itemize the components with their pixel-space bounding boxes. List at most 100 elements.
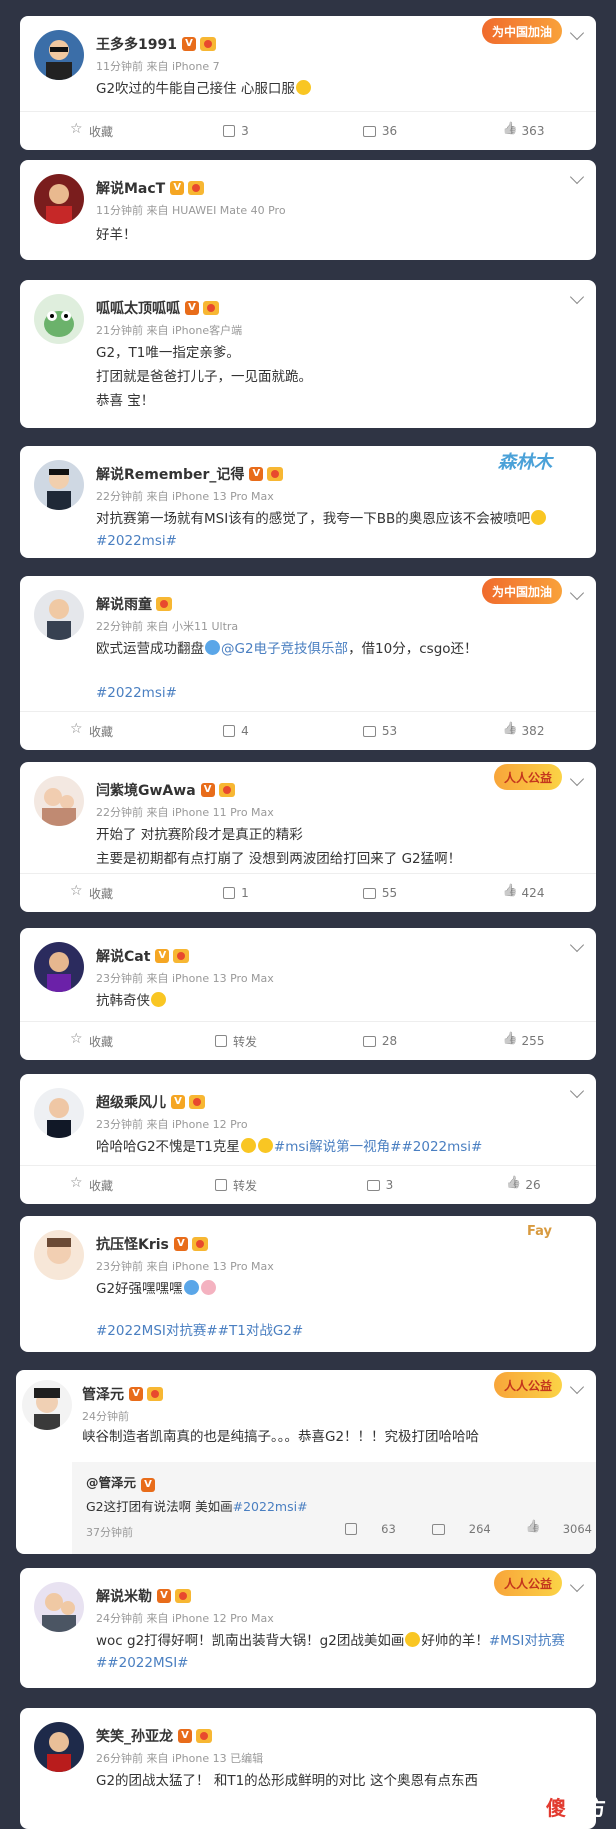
verified-badge-icon: V <box>129 1387 143 1401</box>
retweet-block[interactable]: @管泽元 V G2这打团有说法啊 美如画#2022msi# 37分钟前 63 26… <box>72 1462 596 1554</box>
avatar[interactable] <box>34 460 84 510</box>
avatar[interactable] <box>34 590 84 640</box>
comment-button[interactable]: 55 <box>308 874 452 912</box>
emoji-icon <box>200 1280 216 1295</box>
username[interactable]: 超级乘风儿 <box>96 1092 166 1112</box>
chevron-down-icon[interactable] <box>569 937 585 953</box>
favorite-button[interactable]: 收藏 <box>20 112 164 150</box>
like-button[interactable]: 26 <box>452 1166 596 1204</box>
action-bar: 收藏 1 55 424 <box>20 873 596 912</box>
like-icon <box>507 1179 519 1191</box>
hashtag-link[interactable]: #2022msi# <box>233 1499 308 1514</box>
avatar[interactable] <box>34 174 84 224</box>
post-text: G2吹过的牛能自己接住 心服口服 <box>96 78 312 100</box>
post-text-line: G2，T1唯一指定亲爹。 <box>96 345 240 361</box>
comment-button[interactable]: 53 <box>308 712 452 750</box>
username[interactable]: 抗压怪Kris <box>96 1234 169 1254</box>
post-text: 峡谷制造者凯南真的也是纯搞子。。。恭喜G2！！！究极打团哈哈哈 <box>82 1429 480 1445</box>
chevron-down-icon[interactable] <box>569 1083 585 1099</box>
author-row: 解说雨童 <box>96 594 172 614</box>
quoted-user[interactable]: @管泽元 V <box>86 1472 156 1492</box>
username[interactable]: 王多多1991 <box>96 34 177 54</box>
hashtag-link[interactable]: #msi解说第一视角##2022msi# <box>274 1139 482 1155</box>
post-card: 为中国加油 王多多1991 V 11分钟前 来自 iPhone 7 G2吹过的牛… <box>20 16 596 150</box>
username[interactable]: 管泽元 <box>82 1384 124 1404</box>
like-button[interactable]: 424 <box>452 874 596 912</box>
avatar[interactable] <box>34 1582 84 1632</box>
author-row: 解说米勒 V <box>96 1586 191 1606</box>
repost-button[interactable]: 1 <box>164 874 308 912</box>
like-icon <box>504 1035 516 1047</box>
chevron-down-icon[interactable] <box>569 771 585 787</box>
repost-button[interactable]: 转发 <box>164 1022 308 1060</box>
post-meta: 11分钟前 来自 iPhone 7 <box>96 60 220 73</box>
action-bar: 收藏 3 36 363 <box>20 111 596 150</box>
hashtag-link[interactable]: #2022msi# <box>96 682 177 704</box>
like-button[interactable]: 363 <box>452 112 596 150</box>
author-row: 笑笑_孙亚龙 V <box>96 1726 212 1746</box>
favorite-button[interactable]: 收藏 <box>20 712 164 750</box>
comment-button[interactable]: 28 <box>308 1022 452 1060</box>
username[interactable]: 解说Remember_记得 <box>96 464 244 484</box>
comment-button[interactable]: 264 <box>414 1522 491 1536</box>
repost-button[interactable]: 转发 <box>164 1166 308 1204</box>
share-icon <box>223 125 236 137</box>
username[interactable]: 解说MacT <box>96 178 165 198</box>
star-icon <box>70 1031 83 1047</box>
username[interactable]: 解说Cat <box>96 946 150 966</box>
favorite-button[interactable]: 收藏 <box>20 1022 164 1060</box>
avatar[interactable] <box>34 1230 84 1280</box>
avatar[interactable] <box>34 1088 84 1138</box>
like-button[interactable]: 3064 <box>509 1522 592 1536</box>
chevron-down-icon[interactable] <box>569 169 585 185</box>
post-card: 为中国加油 解说雨童 22分钟前 来自 小米11 Ultra 欧式运营成功翻盘 @… <box>20 576 596 750</box>
hashtag-link[interactable]: ##2022MSI# <box>96 1652 189 1674</box>
favorite-button[interactable]: 收藏 <box>20 1166 164 1204</box>
avatar[interactable] <box>34 294 84 344</box>
author-row: 抗压怪Kris V <box>96 1234 208 1254</box>
hashtag-link[interactable]: #MSI对抗赛 <box>489 1633 565 1649</box>
like-button[interactable]: 382 <box>452 712 596 750</box>
verified-badge-icon: V <box>171 1095 185 1109</box>
chevron-down-icon[interactable] <box>569 1379 585 1395</box>
comment-button[interactable]: 36 <box>308 112 452 150</box>
event-badge: 为中国加油 <box>481 578 562 604</box>
avatar[interactable] <box>34 30 84 80</box>
comment-button[interactable]: 3 <box>308 1166 452 1204</box>
chevron-down-icon[interactable] <box>569 289 585 305</box>
hashtag-link[interactable]: #2022MSI对抗赛##T1对战G2# <box>96 1320 303 1342</box>
post-meta: 11分钟前 来自 HUAWEI Mate 40 Pro <box>96 204 286 217</box>
post-text-line: 开始了 对抗赛阶段才是真正的精彩 <box>96 827 303 843</box>
verified-badge-icon: V <box>170 181 185 195</box>
username[interactable]: 呱呱太顶呱呱 <box>96 298 180 318</box>
vip-level-icon <box>189 1095 205 1109</box>
post-meta: 24分钟前 来自 iPhone 12 Pro Max <box>96 1612 274 1625</box>
repost-button[interactable]: 63 <box>327 1522 396 1536</box>
post-text: 抗韩奇侠 <box>96 990 167 1012</box>
chevron-down-icon[interactable] <box>569 1577 585 1593</box>
avatar[interactable] <box>22 1380 72 1430</box>
vip-level-icon <box>267 467 284 481</box>
username[interactable]: 闫紫境GwAwa <box>96 780 196 800</box>
username[interactable]: 解说雨童 <box>96 594 152 614</box>
repost-button[interactable]: 3 <box>164 112 308 150</box>
quoted-time: 37分钟前 <box>86 1526 133 1539</box>
repost-button[interactable]: 4 <box>164 712 308 750</box>
verified-badge-icon: V <box>157 1589 171 1603</box>
verified-badge-icon: V <box>181 37 196 51</box>
share-icon <box>345 1523 358 1535</box>
like-button[interactable]: 255 <box>452 1022 596 1060</box>
chevron-down-icon[interactable] <box>569 585 585 601</box>
avatar[interactable] <box>34 1722 84 1772</box>
username[interactable]: 笑笑_孙亚龙 <box>96 1726 173 1746</box>
post-card: 解说MacT V 11分钟前 来自 HUAWEI Mate 40 Pro 好羊！ <box>20 160 596 260</box>
avatar[interactable] <box>34 942 84 992</box>
hashtag-link[interactable]: #2022msi# <box>96 530 177 552</box>
comment-icon <box>362 1035 376 1047</box>
username[interactable]: 解说米勒 <box>96 1586 152 1606</box>
post-card: 解说Cat V 23分钟前 来自 iPhone 13 Pro Max 抗韩奇侠 … <box>20 928 596 1060</box>
avatar[interactable] <box>34 776 84 826</box>
chevron-down-icon[interactable] <box>569 25 585 41</box>
favorite-button[interactable]: 收藏 <box>20 874 164 912</box>
mention-link[interactable]: @G2电子竞技俱乐部 <box>221 641 348 657</box>
